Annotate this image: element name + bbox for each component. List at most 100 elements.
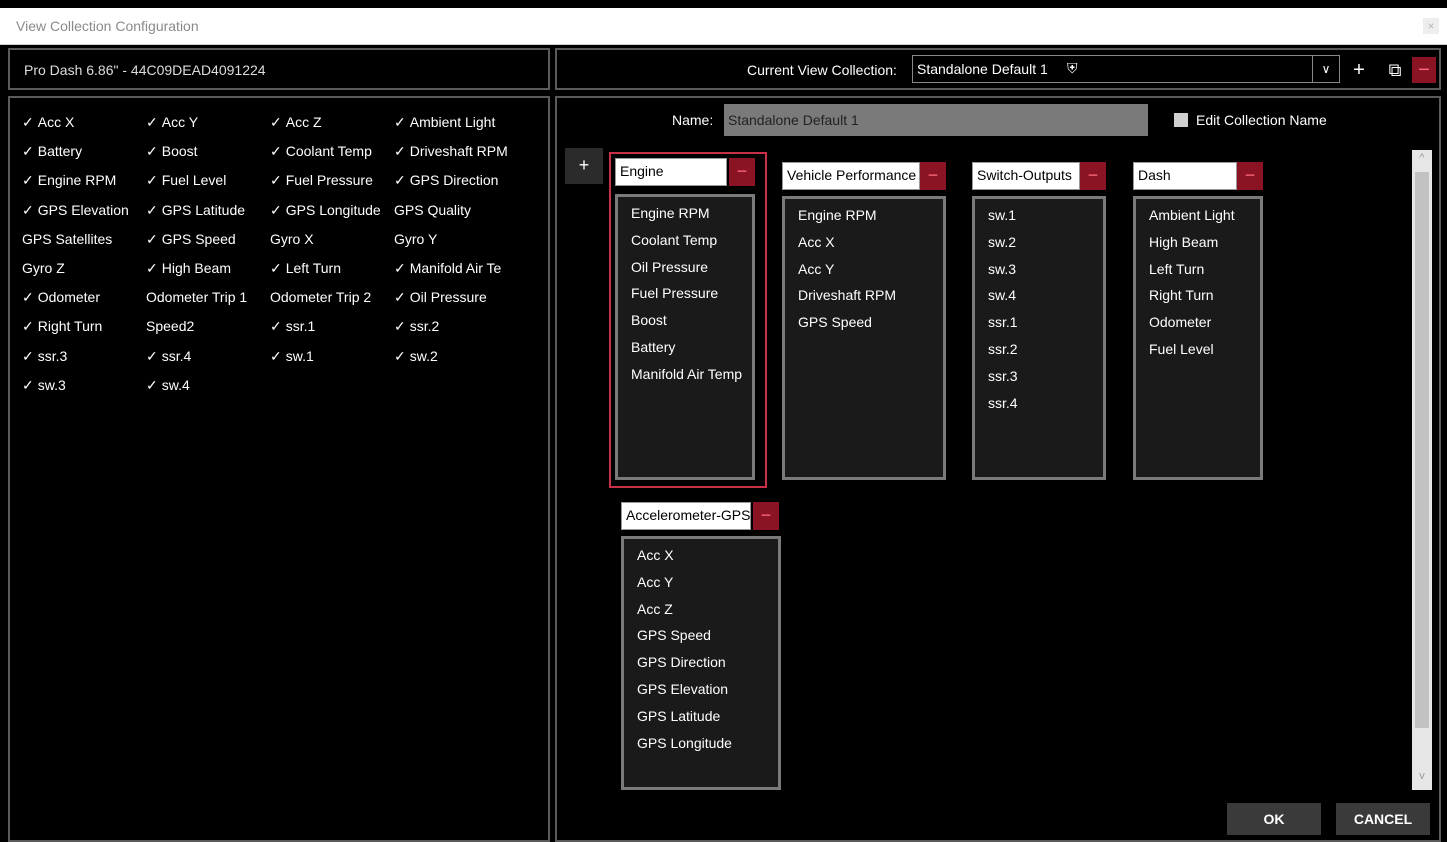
list-item[interactable]: sw.3 (988, 261, 1016, 277)
list-item[interactable]: sw.2 (988, 234, 1016, 250)
channel-item[interactable]: ✓ GPS Direction (394, 172, 498, 189)
channel-item[interactable]: ✓ ssr.4 (146, 348, 191, 365)
view-group[interactable]: Vehicle Performance − Engine RPM Acc X Acc Y… (778, 158, 950, 480)
delete-group-button[interactable]: − (729, 158, 755, 186)
channel-item[interactable]: ✓ sw.4 (146, 377, 190, 394)
list-item[interactable]: Engine RPM (798, 207, 877, 223)
list-item[interactable]: Battery (631, 339, 675, 355)
channel-item[interactable]: ✓ sw.1 (270, 348, 314, 365)
channel-item[interactable]: Speed2 (146, 318, 194, 334)
group-name-field[interactable]: Switch-Outputs (972, 162, 1080, 190)
channel-item[interactable]: Odometer Trip 1 (146, 289, 247, 305)
collection-name-field[interactable] (724, 104, 1148, 136)
channel-item[interactable]: ✓ Oil Pressure (394, 289, 487, 306)
list-item[interactable]: Fuel Pressure (631, 285, 718, 301)
channel-item[interactable]: Gyro Y (394, 231, 437, 247)
scroll-down-icon[interactable]: v (1412, 770, 1432, 788)
checkbox-icon[interactable] (1174, 113, 1188, 127)
add-collection-button[interactable]: + (1347, 57, 1371, 83)
channel-item[interactable]: ✓ Coolant Temp (270, 143, 372, 160)
add-group-button[interactable]: + (565, 148, 603, 184)
group-name-field[interactable]: Engine (615, 158, 727, 186)
group-channel-list[interactable]: Engine RPM Acc X Acc Y Driveshaft RPM GPS Sp… (782, 196, 946, 480)
channel-item[interactable]: ✓ sw.2 (394, 348, 438, 365)
group-channel-list[interactable]: Ambient Light High Beam Left Turn Right Tur… (1133, 196, 1263, 480)
list-item[interactable]: GPS Latitude (637, 708, 720, 724)
channel-item[interactable]: ✓ Acc Y (146, 114, 198, 131)
channel-item[interactable]: ✓ Boost (146, 143, 198, 160)
view-group[interactable]: Dash − Ambient Light High Beam Left Turn Righ… (1129, 158, 1267, 480)
channel-item[interactable]: Gyro Z (22, 260, 65, 276)
channel-item[interactable]: ✓ GPS Longitude (270, 202, 381, 219)
list-item[interactable]: Acc Y (637, 574, 673, 590)
channel-item[interactable]: ✓ GPS Speed (146, 231, 236, 248)
channel-item[interactable]: ✓ ssr.1 (270, 318, 315, 335)
channel-item[interactable]: GPS Quality (394, 202, 471, 218)
group-channel-list[interactable]: sw.1 sw.2 sw.3 sw.4 ssr.1 ssr.2 ssr.3 ssr.4 (972, 196, 1106, 480)
group-channel-list[interactable]: Acc X Acc Y Acc Z GPS Speed GPS Direction GPS… (621, 536, 781, 790)
channel-item[interactable]: ✓ Ambient Light (394, 114, 495, 131)
channel-item[interactable]: ✓ Right Turn (22, 318, 102, 335)
copy-collection-button[interactable]: ⧉ (1383, 57, 1407, 83)
list-item[interactable]: Odometer (1149, 314, 1211, 330)
collection-select[interactable]: Standalone Default 1 ⛨ ∨ (912, 55, 1340, 83)
view-group[interactable]: Accelerometer-GPS − Acc X Acc Y Acc Z GPS Spe… (617, 498, 787, 790)
delete-group-button[interactable]: − (1080, 162, 1106, 190)
ok-button[interactable]: OK (1227, 803, 1321, 835)
list-item[interactable]: Ambient Light (1149, 207, 1235, 223)
vertical-scrollbar[interactable]: ^ v (1412, 150, 1432, 790)
channel-item[interactable]: Odometer Trip 2 (270, 289, 371, 305)
channel-item[interactable]: ✓ Left Turn (270, 260, 341, 277)
list-item[interactable]: Driveshaft RPM (798, 287, 896, 303)
close-icon[interactable]: × (1423, 18, 1439, 34)
list-item[interactable]: Left Turn (1149, 261, 1204, 277)
list-item[interactable]: GPS Speed (798, 314, 872, 330)
channel-item[interactable]: ✓ GPS Latitude (146, 202, 245, 219)
list-item[interactable]: Fuel Level (1149, 341, 1214, 357)
channel-item[interactable]: ✓ Manifold Air Te (394, 260, 501, 277)
list-item[interactable]: Right Turn (1149, 287, 1214, 303)
channel-item[interactable]: ✓ Odometer (22, 289, 100, 306)
scroll-up-icon[interactable]: ^ (1412, 152, 1432, 170)
scrollbar-thumb[interactable] (1415, 172, 1429, 728)
list-item[interactable]: Acc X (798, 234, 835, 250)
list-item[interactable]: sw.1 (988, 207, 1016, 223)
delete-group-button[interactable]: − (920, 162, 946, 190)
delete-group-button[interactable]: − (753, 502, 779, 530)
list-item[interactable]: sw.4 (988, 287, 1016, 303)
list-item[interactable]: ssr.4 (988, 395, 1018, 411)
group-channel-list[interactable]: Engine RPM Coolant Temp Oil Pressure Fuel P… (615, 194, 755, 480)
channel-item[interactable]: GPS Satellites (22, 231, 112, 247)
channel-item[interactable]: ✓ Fuel Level (146, 172, 226, 189)
list-item[interactable]: Oil Pressure (631, 259, 708, 275)
channel-item[interactable]: ✓ ssr.2 (394, 318, 439, 335)
list-item[interactable]: ssr.1 (988, 314, 1018, 330)
list-item[interactable]: Acc Y (798, 261, 834, 277)
channel-item[interactable]: ✓ Driveshaft RPM (394, 143, 508, 160)
group-name-field[interactable]: Accelerometer-GPS (621, 502, 751, 530)
edit-collection-name-checkbox[interactable]: Edit Collection Name (1174, 112, 1327, 128)
group-name-field[interactable]: Vehicle Performance (782, 162, 920, 190)
channel-item[interactable]: ✓ sw.3 (22, 377, 66, 394)
delete-group-button[interactable]: − (1237, 162, 1263, 190)
list-item[interactable]: GPS Direction (637, 654, 726, 670)
list-item[interactable]: Coolant Temp (631, 232, 717, 248)
view-group[interactable]: Switch-Outputs − sw.1 sw.2 sw.3 sw.4 ssr.1 ssr.… (968, 158, 1110, 480)
channel-item[interactable]: ✓ Fuel Pressure (270, 172, 373, 189)
cancel-button[interactable]: CANCEL (1336, 803, 1430, 835)
group-name-field[interactable]: Dash (1133, 162, 1237, 190)
list-item[interactable]: Boost (631, 312, 667, 328)
view-group[interactable]: Engine − Engine RPM Coolant Temp Oil Pressur… (609, 152, 767, 488)
list-item[interactable]: GPS Speed (637, 627, 711, 643)
list-item[interactable]: ssr.2 (988, 341, 1018, 357)
channel-item[interactable]: ✓ High Beam (146, 260, 231, 277)
channel-item[interactable]: ✓ GPS Elevation (22, 202, 129, 219)
channel-item[interactable]: ✓ ssr.3 (22, 348, 67, 365)
list-item[interactable]: Engine RPM (631, 205, 710, 221)
list-item[interactable]: High Beam (1149, 234, 1218, 250)
channel-item[interactable]: ✓ Acc X (22, 114, 74, 131)
channel-item[interactable]: ✓ Acc Z (270, 114, 322, 131)
channel-item[interactable]: ✓ Battery (22, 143, 82, 160)
list-item[interactable]: GPS Longitude (637, 735, 732, 751)
channel-item[interactable]: Gyro X (270, 231, 314, 247)
